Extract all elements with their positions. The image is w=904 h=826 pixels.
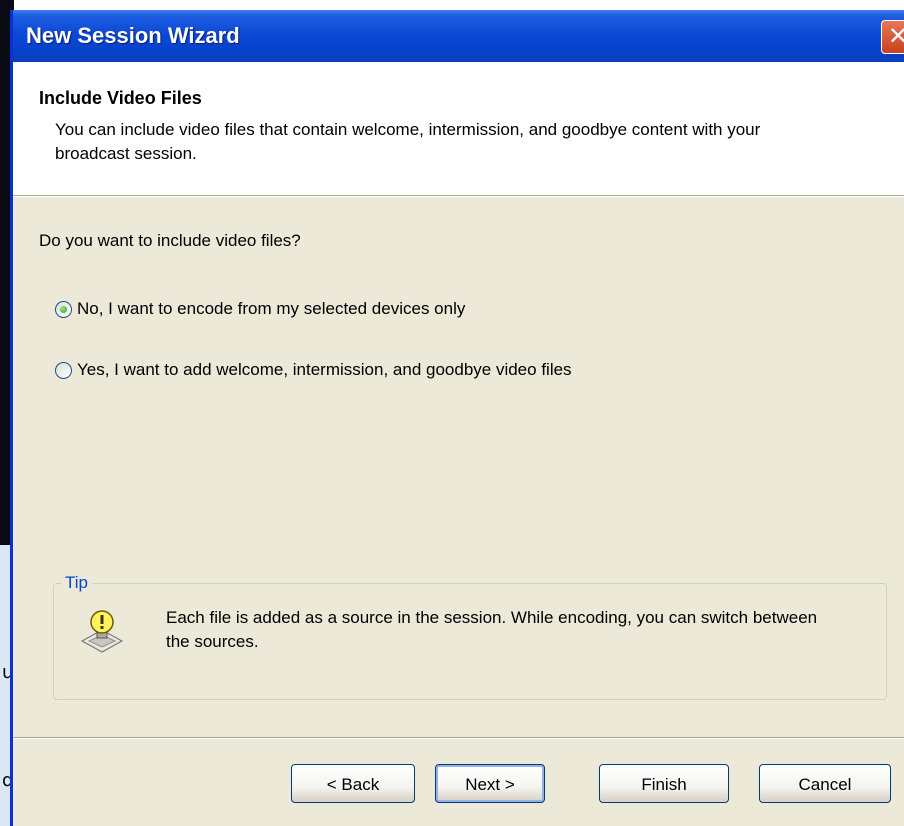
- wizard-header: Include Video Files You can include vide…: [13, 62, 904, 195]
- title-bar[interactable]: New Session Wizard ✕: [13, 10, 904, 62]
- page-description: You can include video files that contain…: [55, 120, 761, 163]
- back-button[interactable]: < Back: [291, 764, 415, 803]
- footer-divider: [13, 737, 904, 739]
- window-title: New Session Wizard: [26, 23, 240, 48]
- question-label: Do you want to include video files?: [39, 231, 301, 250]
- lightbulb-tip-icon: [80, 610, 124, 653]
- close-button[interactable]: ✕: [881, 20, 904, 54]
- tip-legend: Tip: [61, 573, 92, 593]
- tip-text: Each file is added as a source in the se…: [166, 608, 818, 651]
- finish-button[interactable]: Finish: [599, 764, 729, 803]
- radio-option-label: Yes, I want to add welcome, intermission…: [77, 360, 572, 379]
- radio-button[interactable]: [55, 361, 72, 379]
- close-icon: ✕: [887, 22, 904, 50]
- header-divider: [13, 195, 904, 197]
- radio-option-label: No, I want to encode from my selected de…: [77, 299, 466, 318]
- radio-option-yes[interactable]: Yes, I want to add welcome, intermission…: [55, 360, 572, 380]
- radio-button-selected[interactable]: [55, 300, 72, 318]
- next-button[interactable]: Next >: [435, 764, 545, 803]
- page-title: Include Video Files: [39, 88, 202, 108]
- radio-option-no[interactable]: No, I want to encode from my selected de…: [55, 299, 465, 319]
- cancel-button[interactable]: Cancel: [759, 764, 891, 803]
- wizard-dialog: New Session Wizard ✕ Include Video Files…: [10, 10, 904, 826]
